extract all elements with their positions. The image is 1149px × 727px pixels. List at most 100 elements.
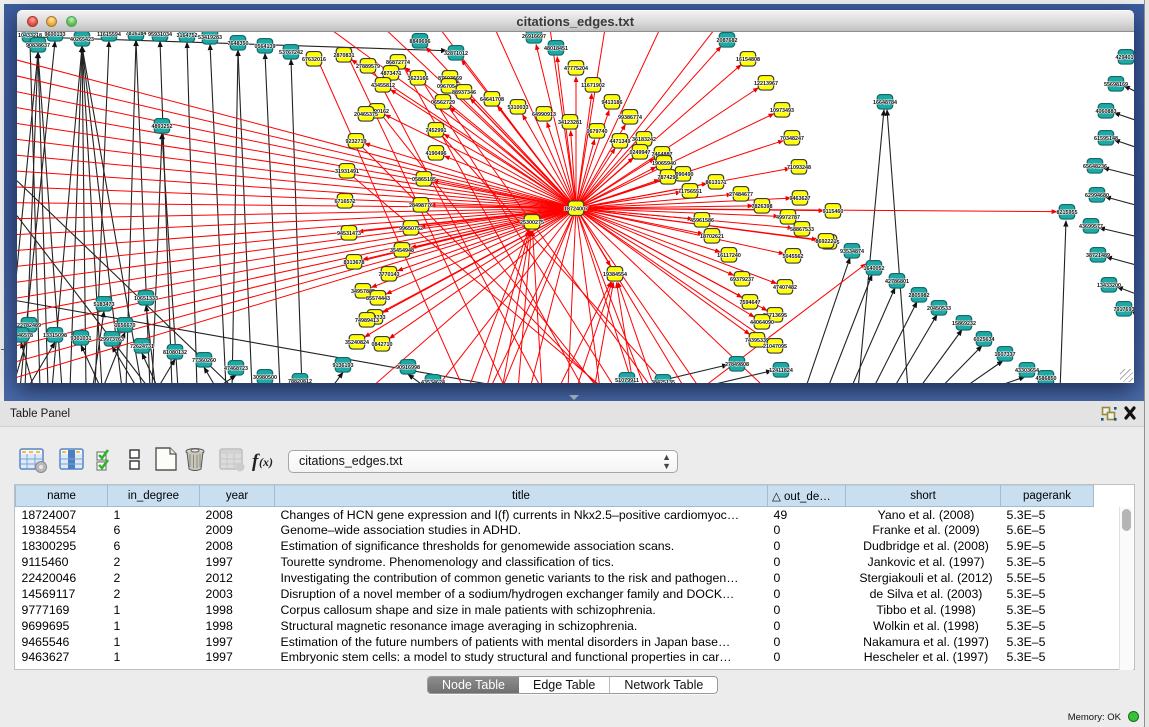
svg-text:10973493: 10973493 xyxy=(770,107,794,113)
svg-text:99650752: 99650752 xyxy=(399,225,423,231)
svg-text:16117240: 16117240 xyxy=(717,252,741,258)
svg-text:13315098: 13315098 xyxy=(43,332,67,338)
svg-text:7452991: 7452991 xyxy=(425,127,446,133)
svg-text:18724007: 18724007 xyxy=(564,206,588,212)
svg-text:11671902: 11671902 xyxy=(581,82,605,88)
svg-text:44064090: 44064090 xyxy=(750,319,774,325)
svg-text:9115460: 9115460 xyxy=(822,208,843,214)
svg-text:2870831: 2870831 xyxy=(333,52,354,58)
svg-text:16154808: 16154808 xyxy=(736,56,760,62)
svg-text:1607337: 1607337 xyxy=(994,351,1015,357)
svg-text:99386774: 99386774 xyxy=(618,114,642,120)
svg-text:10651333: 10651333 xyxy=(134,295,158,301)
svg-text:74989413: 74989413 xyxy=(355,317,379,323)
svg-text:06562729: 06562729 xyxy=(431,99,455,105)
svg-text:4471349: 4471349 xyxy=(609,138,630,144)
svg-text:1656670: 1656670 xyxy=(114,322,135,328)
svg-text:47407482: 47407482 xyxy=(773,284,797,290)
svg-text:38346578: 38346578 xyxy=(17,332,33,338)
svg-text:4893252: 4893252 xyxy=(151,123,172,129)
svg-text:0842710: 0842710 xyxy=(371,341,392,347)
svg-text:28498776: 28498776 xyxy=(409,202,433,208)
svg-text:9136193: 9136193 xyxy=(332,362,353,368)
svg-text:77360260: 77360260 xyxy=(192,357,216,363)
svg-text:9301031: 9301031 xyxy=(70,335,91,341)
svg-text:13433200: 13433200 xyxy=(1097,282,1121,288)
svg-text:7816184: 7816184 xyxy=(125,32,146,37)
svg-text:49972787: 49972787 xyxy=(776,214,800,220)
svg-text:20450533: 20450533 xyxy=(927,305,951,311)
svg-text:32871012: 32871012 xyxy=(444,50,468,56)
svg-text:55698169: 55698169 xyxy=(1104,81,1128,87)
svg-text:38425135: 38425135 xyxy=(651,379,675,383)
svg-text:3623166: 3623166 xyxy=(407,75,428,81)
svg-text:25300275: 25300275 xyxy=(520,219,544,225)
svg-text:30980500: 30980500 xyxy=(253,374,277,380)
svg-text:62994680: 62994680 xyxy=(1085,192,1109,198)
svg-text:42786801: 42786801 xyxy=(885,278,909,284)
svg-text:4294019: 4294019 xyxy=(1115,54,1134,60)
svg-text:72624731: 72624731 xyxy=(130,343,154,349)
svg-text:4873471: 4873471 xyxy=(380,70,401,76)
svg-text:90916998: 90916998 xyxy=(396,364,420,370)
svg-text:8849696: 8849696 xyxy=(409,38,430,44)
svg-text:7826398: 7826398 xyxy=(751,203,772,209)
svg-text:85574443: 85574443 xyxy=(366,295,390,301)
svg-text:43699577: 43699577 xyxy=(1079,223,1103,229)
svg-text:43455812: 43455812 xyxy=(371,82,395,88)
svg-text:9600133: 9600133 xyxy=(44,32,65,38)
svg-text:86872774: 86872774 xyxy=(386,59,410,65)
svg-text:19065940: 19065940 xyxy=(652,160,676,166)
svg-text:1640052: 1640052 xyxy=(863,265,884,271)
svg-text:51079911: 51079911 xyxy=(615,377,639,383)
svg-text:48018451: 48018451 xyxy=(544,45,568,51)
svg-text:6716572: 6716572 xyxy=(334,198,355,204)
svg-text:45961586: 45961586 xyxy=(690,217,714,223)
svg-text:43303654: 43303654 xyxy=(1015,367,1039,373)
svg-text:27849808: 27849808 xyxy=(725,361,749,367)
svg-text:9232719: 9232719 xyxy=(345,138,366,144)
svg-text:47775204: 47775204 xyxy=(564,65,588,71)
svg-text:27889579: 27889579 xyxy=(356,63,380,69)
svg-text:95931034: 95931034 xyxy=(148,32,172,38)
svg-text:4060883: 4060883 xyxy=(1095,108,1116,114)
svg-text:43534624: 43534624 xyxy=(421,379,445,383)
svg-text:16648784: 16648784 xyxy=(873,99,897,105)
svg-text:4190496: 4190496 xyxy=(425,150,446,156)
svg-text:8613171: 8613171 xyxy=(705,179,726,185)
svg-text:05865185: 05865185 xyxy=(412,176,436,182)
svg-text:47468723: 47468723 xyxy=(224,365,248,371)
svg-text:61595148: 61595148 xyxy=(1094,135,1118,141)
svg-text:78820812: 78820812 xyxy=(288,378,312,383)
svg-text:53767242: 53767242 xyxy=(279,49,303,55)
svg-text:70348247: 70348247 xyxy=(780,135,804,141)
svg-text:64641708: 64641708 xyxy=(480,96,504,102)
svg-text:5183473: 5183473 xyxy=(93,301,114,307)
svg-text:7770143: 7770143 xyxy=(378,271,399,277)
svg-text:40265423: 40265423 xyxy=(70,36,94,42)
svg-text:8215955: 8215955 xyxy=(1056,209,1077,215)
svg-text:38721489: 38721489 xyxy=(1086,252,1110,258)
svg-text:71093248: 71093248 xyxy=(787,164,811,170)
svg-text:8692221: 8692221 xyxy=(815,238,836,244)
svg-text:53419283: 53419283 xyxy=(198,34,222,40)
svg-text:69379237: 69379237 xyxy=(730,276,754,282)
svg-text:19384554: 19384554 xyxy=(603,271,627,277)
svg-text:29973763: 29973763 xyxy=(100,336,124,342)
svg-text:31931491: 31931491 xyxy=(335,168,359,174)
svg-text:9463627: 9463627 xyxy=(789,195,810,201)
svg-text:20465375: 20465375 xyxy=(354,111,378,117)
svg-text:71756551: 71756551 xyxy=(678,188,702,194)
svg-text:9413186: 9413186 xyxy=(601,99,622,105)
svg-text:64990913: 64990913 xyxy=(532,111,556,117)
svg-text:35454948: 35454948 xyxy=(390,247,414,253)
svg-text:21047095: 21047095 xyxy=(763,343,787,349)
svg-text:94531473: 94531473 xyxy=(337,230,361,236)
svg-text:27484677: 27484677 xyxy=(729,191,753,197)
svg-text:6025634: 6025634 xyxy=(973,336,994,342)
svg-text:34123281: 34123281 xyxy=(558,119,582,125)
svg-text:12411824: 12411824 xyxy=(769,367,793,373)
svg-text:7917693: 7917693 xyxy=(1113,306,1134,312)
svg-text:8313678: 8313678 xyxy=(343,259,364,265)
svg-text:2087682: 2087682 xyxy=(716,37,737,43)
